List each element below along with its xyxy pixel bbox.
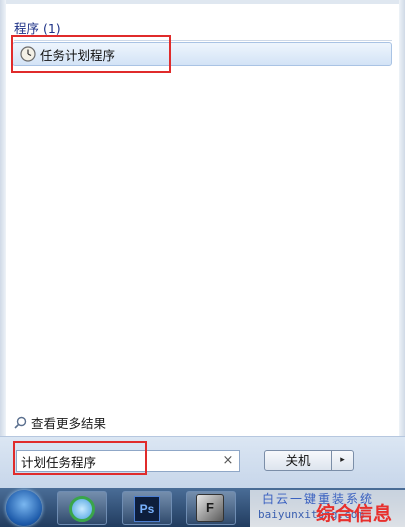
menu-frame-top [0,0,405,4]
programs-group-header: 程序 (1) [14,20,392,41]
search-clear-icon[interactable]: × [220,452,236,470]
ie-icon [69,496,95,522]
programs-group-label: 程序 (1) [14,21,61,36]
start-button-windows-icon[interactable] [6,490,42,526]
see-more-label: 查看更多结果 [31,415,107,431]
filezilla-icon: F [196,494,224,522]
result-item-task-scheduler[interactable]: 任务计划程序 [12,42,392,66]
result-item-label: 任务计划程序 [40,47,116,63]
watermark-brand: 综合信息 [316,503,393,525]
search-input-value: 计划任务程序 [21,454,97,470]
shutdown-options-arrow-icon[interactable]: ▸ [332,450,354,471]
clock-icon [20,46,36,62]
menu-frame-left [0,0,6,488]
magnifier-icon [14,416,27,429]
see-more-results-link[interactable]: 查看更多结果 [14,413,106,431]
search-input[interactable]: 计划任务程序 [16,450,240,472]
ps-icon: Ps [134,496,160,522]
menu-frame-right [399,0,405,488]
shutdown-button[interactable]: 关机 [264,450,332,471]
